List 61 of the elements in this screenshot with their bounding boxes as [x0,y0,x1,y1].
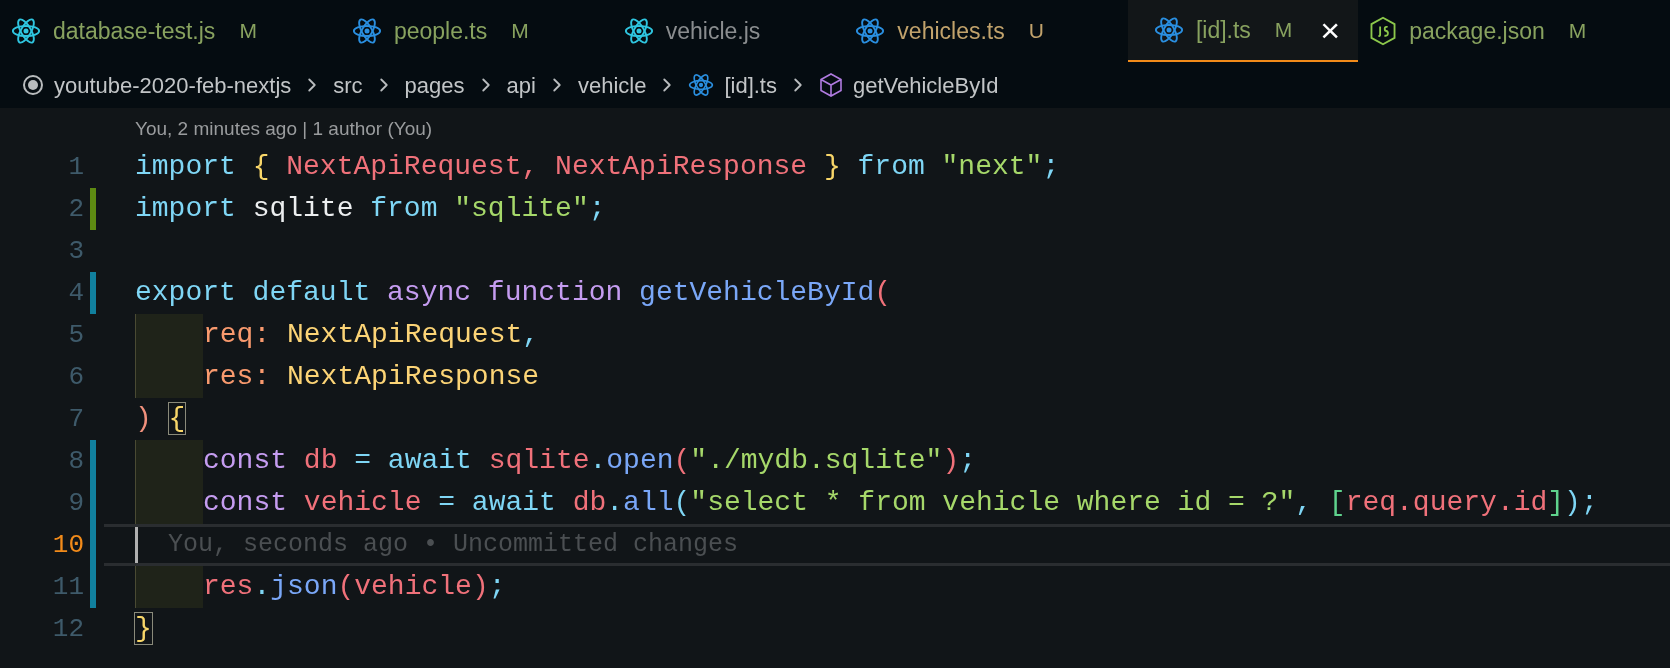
tab-label: package.json [1409,16,1545,46]
breadcrumb-item[interactable]: pages [404,68,465,102]
line-number: 6 [68,360,84,394]
code-line: res.json(vehicle); [203,570,506,604]
git-status: M [1274,17,1293,44]
tab-label: vehicles.ts [897,16,1005,46]
line-number: 9 [68,486,84,520]
code-line: const vehicle = await db.all("select * from vehicle where id = ?", [req.query.id]); [203,486,1598,520]
line-number: 2 [68,192,84,226]
editor-tab[interactable]: database-test.js M [0,0,341,62]
atom-icon [351,16,382,46]
circle-dot-icon [22,74,44,96]
close-button[interactable]: × [1320,13,1341,47]
atom-icon [11,16,41,46]
line-number: 8 [68,444,84,478]
hexagon-icon [1369,16,1398,46]
editor-tab[interactable]: package.json M [1358,0,1670,62]
breadcrumb-item[interactable]: src [333,68,363,102]
diff-marker [90,272,96,314]
atom-icon [623,16,654,46]
diff-marker [90,188,96,230]
line-number: 10 [52,528,84,562]
line-number: 5 [68,318,84,352]
tab-label: [id].ts [1195,15,1251,45]
git-status: M [239,18,257,45]
blame-annotation: You, seconds ago • Uncommitted changes [168,529,739,562]
text-cursor [135,527,138,563]
code-line: import sqlite from "sqlite"; [135,192,606,226]
code-line: const db = await sqlite.open("./mydb.sqlite"); [203,444,976,478]
cube-icon [818,72,843,98]
code-line: ) { [135,402,186,436]
line-number: 7 [68,402,84,436]
atom-icon [1153,15,1184,45]
editor-tab[interactable]: people.ts M [340,0,613,62]
tab-label: database-test.js [53,16,216,46]
codelens-text[interactable]: You, 2 minutes ago | 1 author (You) [135,114,433,144]
breadcrumb-item[interactable]: vehicle [577,68,647,102]
line-number: 4 [68,276,84,310]
git-status: M [511,18,529,45]
line-number: 11 [52,570,84,604]
tab-label: people.ts [393,16,488,46]
code-line: req: NextApiRequest, [203,318,540,352]
tab-label: vehicle.js [665,16,761,46]
editor-tab[interactable]: vehicles.ts U [844,0,1128,62]
breadcrumb-item[interactable]: [id].ts [724,68,777,102]
line-number: 12 [52,612,84,646]
breadcrumb-item[interactable]: getVehicleById [852,68,999,102]
editor-tab[interactable]: [id].ts M × [1127,0,1359,62]
code-line: } [135,612,152,646]
code-line: export default async function getVehicleById( [135,276,892,310]
line-number: 1 [68,150,84,184]
atom-icon [855,16,886,46]
git-status: U [1028,18,1044,45]
editor-tab[interactable]: vehicle.js [612,0,845,62]
line-number: 3 [68,234,84,268]
code-line: res: NextApiResponse [203,360,540,394]
breadcrumb-item[interactable]: api [506,68,536,102]
code-line: import { NextApiRequest, NextApiResponse } from "next"; [135,150,1060,184]
breadcrumb-item[interactable]: youtube-2020-feb-nextjs [54,68,292,102]
atom-icon [688,72,715,98]
git-status: M [1568,18,1587,45]
